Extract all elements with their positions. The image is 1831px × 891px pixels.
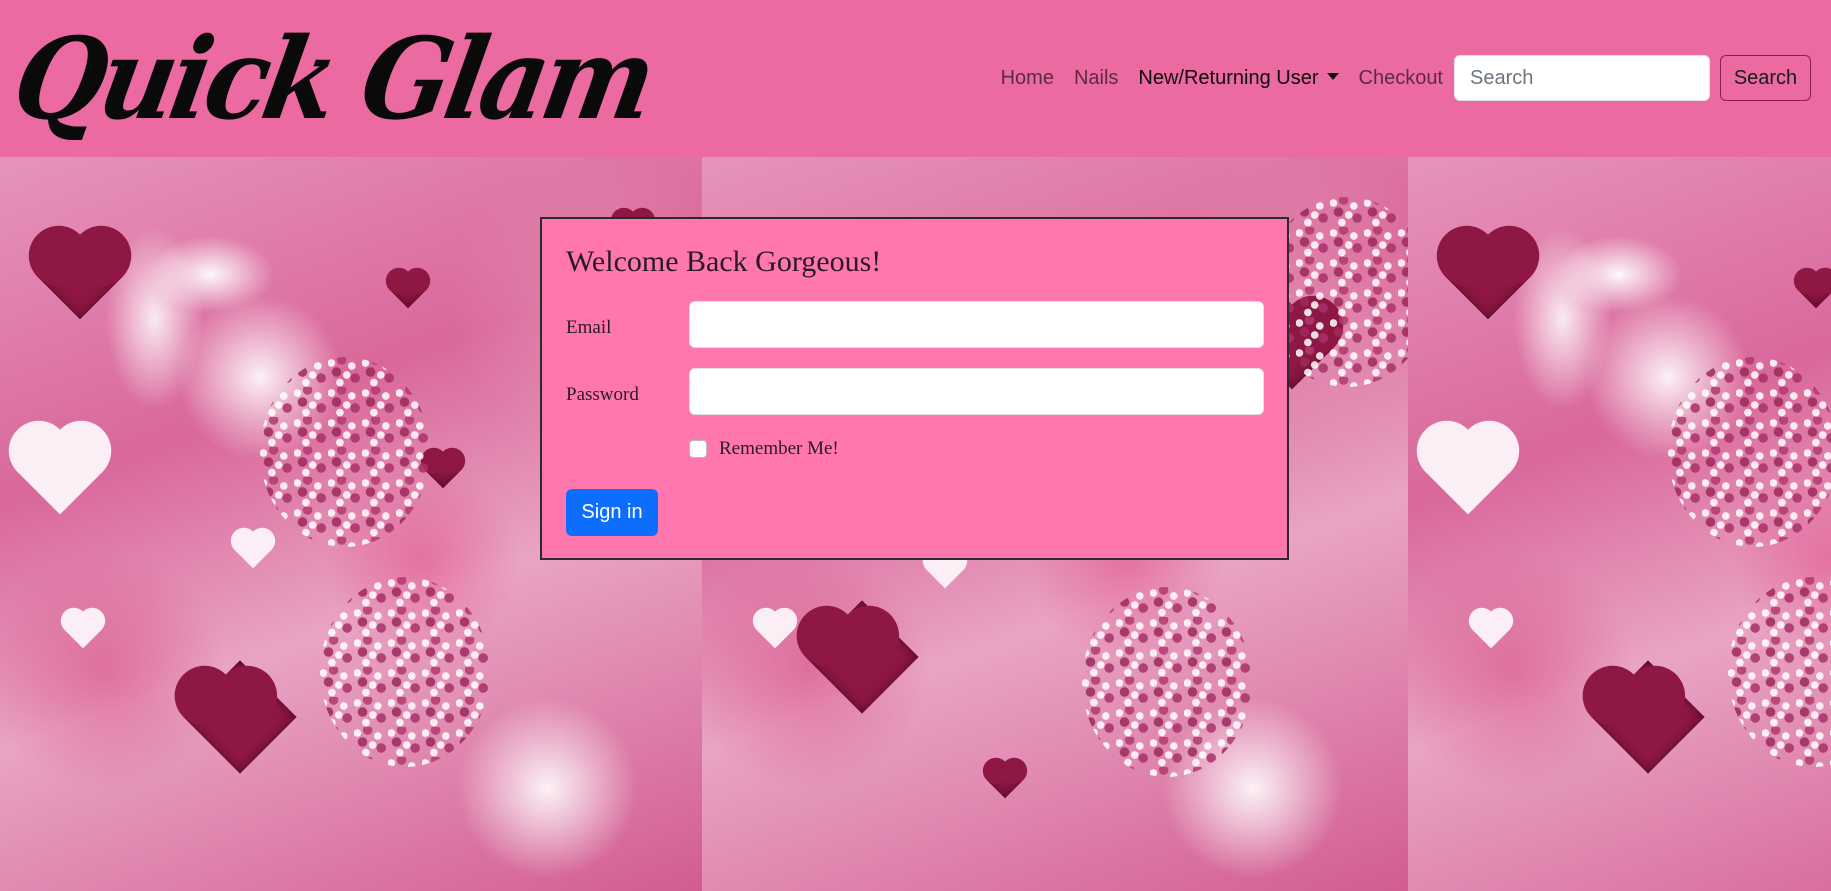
heart-decoration [17,429,103,515]
nav-links: Home Nails New/Returning User Checkout S… [991,54,1811,102]
nav-link-nails[interactable]: Nails [1064,54,1128,102]
heart-decoration [389,271,427,309]
heart-decoration [1591,660,1705,774]
sign-in-button[interactable]: Sign in [566,489,658,536]
background-tile [1408,157,1831,891]
login-form: Welcome Back Gorgeous! Email Password Re… [540,217,1289,560]
flower-cluster [1082,587,1252,777]
heart-decoration [1445,234,1531,320]
heart-decoration [234,531,272,569]
caret-down-icon [1326,73,1339,81]
heart-decoration [424,451,462,489]
flower-cluster [1668,357,1831,547]
email-field[interactable] [689,301,1264,348]
navbar: Quick Glam Home Nails New/Returning User… [0,0,1831,157]
password-field[interactable] [689,368,1264,415]
remember-me-row: Remember Me! [689,438,839,460]
nav-link-checkout[interactable]: Checkout [1349,54,1454,102]
flower-cluster [320,577,490,767]
nav-link-home[interactable]: Home [991,54,1064,102]
heart-decoration [1425,429,1511,515]
login-title: Welcome Back Gorgeous! [566,245,882,278]
heart-decoration [805,600,919,714]
heart-decoration [756,611,794,649]
nav-dropdown-user[interactable]: New/Returning User [1128,54,1348,102]
heart-decoration [183,660,297,774]
heart-decoration [37,234,123,320]
brand-name: Quick Glam [4,12,661,145]
email-label: Email [566,317,612,338]
heart-decoration [64,611,102,649]
search-input[interactable] [1454,55,1710,101]
heart-decoration [1797,271,1831,309]
brand-logo[interactable]: Quick Glam [4,4,660,154]
heart-decoration [1472,611,1510,649]
remember-me-checkbox[interactable] [689,440,707,458]
flower-cluster [1728,577,1831,767]
remember-me-label: Remember Me! [719,438,839,459]
heart-decoration [986,761,1024,799]
flower-cluster [260,357,430,547]
nav-dropdown-user-label: New/Returning User [1138,67,1319,89]
password-label: Password [566,384,639,405]
search-button[interactable]: Search [1720,55,1811,101]
